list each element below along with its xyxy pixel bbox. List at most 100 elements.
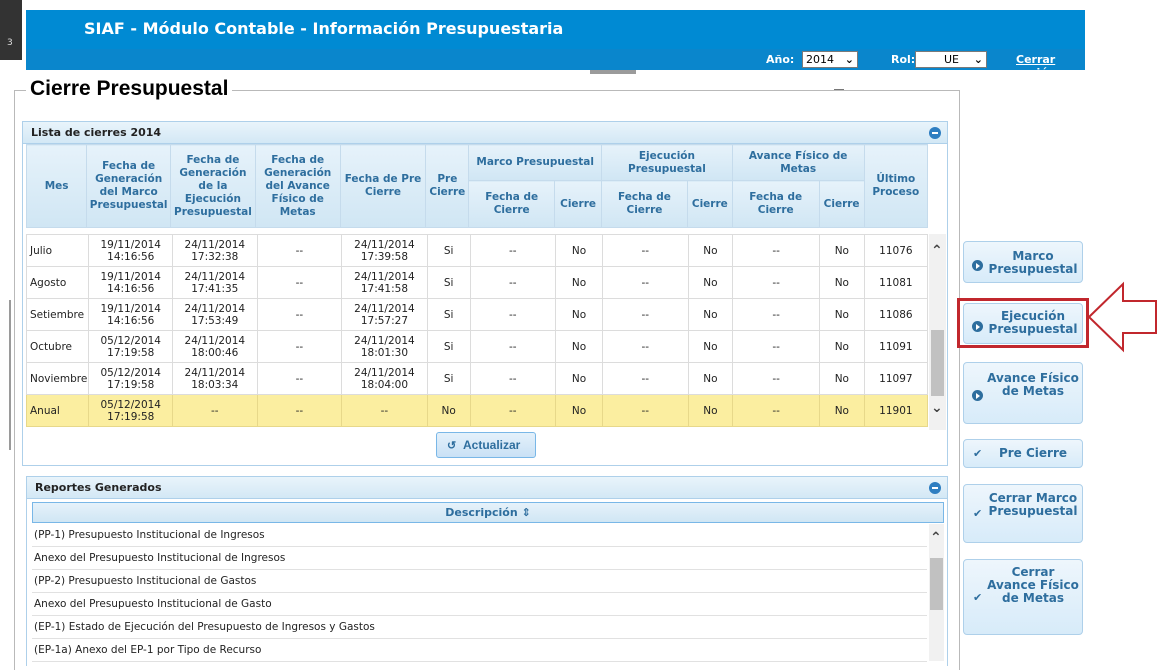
reports-col-description[interactable]: Descripción ⇕ <box>32 502 944 523</box>
cell-ejec: 24/11/2014 17:32:38 <box>172 234 258 267</box>
cell-e-fecha: -- <box>601 298 689 331</box>
cell-e-cierre: No <box>687 362 734 395</box>
cell-ejec: -- <box>172 394 258 427</box>
scroll-up-icon[interactable]: ⌃ <box>930 530 942 546</box>
col-avance-fecha[interactable]: Fecha de Cierre <box>731 180 820 228</box>
cell-m-cierre: No <box>555 394 603 427</box>
marco-presupuestal-button[interactable]: Marco Presupuestal <box>963 241 1083 283</box>
cell-m-cierre: No <box>555 298 603 331</box>
col-marco-fecha[interactable]: Fecha de Cierre <box>468 180 556 228</box>
table-row[interactable]: Agosto 19/11/2014 14:16:56 24/11/2014 17:4… <box>25 266 929 299</box>
reports-panel-title: Reportes Generados <box>35 481 162 494</box>
cell-a-cierre: No <box>818 298 865 331</box>
legend-line-end <box>834 89 844 90</box>
highlight-box <box>957 298 1089 348</box>
cell-ejec: 24/11/2014 18:00:46 <box>172 330 258 363</box>
refresh-button[interactable]: ↺ Actualizar <box>436 432 536 458</box>
col-pre-cierre[interactable]: Pre Cierre <box>425 144 470 228</box>
col-fecha-pre-cierre[interactable]: Fecha de Pre Cierre <box>339 144 427 228</box>
table-row[interactable]: Anual 05/12/2014 17:19:58 -- -- -- No -- No -- No… <box>25 394 929 427</box>
table-row[interactable]: Julio 19/11/2014 14:16:56 24/11/2014 17:32… <box>25 234 929 267</box>
col-group-avance: Avance Físico de Metas <box>731 144 865 181</box>
pre-cierre-label: Pre Cierre <box>998 446 1068 460</box>
cell-e-fecha: -- <box>601 362 689 395</box>
list-item[interactable]: Anexo del Presupuesto Institucional de G… <box>32 593 927 616</box>
cell-a-cierre: No <box>818 266 865 299</box>
cerrar-avance-label: Cerrar Avance Físico de Metas <box>987 565 1079 605</box>
cell-pre: Si <box>426 362 471 395</box>
cell-mes: Anual <box>25 394 90 427</box>
col-fecha-avance[interactable]: Fecha de Generación del Avance Físico de… <box>254 144 341 228</box>
year-select[interactable]: 2014 ⌄ <box>802 51 858 68</box>
cell-mes: Octubre <box>25 330 90 363</box>
cerrar-marco-label: Cerrar Marco Presupuestal <box>988 491 1078 518</box>
cell-e-fecha: -- <box>601 234 689 267</box>
cell-e-cierre: No <box>687 394 734 427</box>
col-fecha-marco[interactable]: Fecha de Generación del Marco Presupuest… <box>86 144 172 228</box>
cell-a-fecha: -- <box>732 394 820 427</box>
check-icon: ✔ <box>973 507 983 520</box>
cell-m-fecha: -- <box>469 394 557 427</box>
cell-avance: -- <box>256 394 343 427</box>
cell-a-cierre: No <box>818 362 865 395</box>
scroll-down-icon[interactable]: ⌄ <box>931 400 943 416</box>
pointer-arrow-icon <box>1087 281 1157 353</box>
list-item[interactable]: Anexo del Presupuesto Institucional de I… <box>32 547 927 570</box>
cell-proceso: 11076 <box>863 234 929 267</box>
col-ultimo-proceso[interactable]: Último Proceso <box>863 144 929 228</box>
cell-m-cierre: No <box>555 330 603 363</box>
marco-label: Marco Presupuestal <box>988 249 1078 276</box>
closures-scroll-thumb[interactable] <box>931 330 944 396</box>
col-ejec-cierre[interactable]: Cierre <box>686 180 733 228</box>
cell-avance: -- <box>256 362 343 395</box>
table-row[interactable]: Octubre 05/12/2014 17:19:58 24/11/2014 18:… <box>25 330 929 363</box>
list-item[interactable]: (PP-2) Presupuesto Institucional de Gast… <box>32 570 927 593</box>
col-mes[interactable]: Mes <box>25 144 88 228</box>
app-title: SIAF - Módulo Contable - Información Pre… <box>84 19 564 38</box>
table-row[interactable]: Setiembre 19/11/2014 14:16:56 24/11/2014 1… <box>25 298 929 331</box>
page-title: Cierre Presupuestal <box>26 77 233 101</box>
col-fecha-ejecucion[interactable]: Fecha de Generación de la Ejecución Pres… <box>170 144 256 228</box>
role-select[interactable]: UE ⌄ <box>915 51 987 68</box>
cell-ejec: 24/11/2014 18:03:34 <box>172 362 258 395</box>
cell-e-fecha: -- <box>601 330 689 363</box>
logout-link[interactable]: Cerrar sesión <box>1016 53 1085 79</box>
avance-fisico-button[interactable]: Avance Físico de Metas <box>963 362 1083 424</box>
reports-scroll-thumb[interactable] <box>930 558 943 610</box>
collapse-icon[interactable] <box>929 127 941 139</box>
cerrar-marco-button[interactable]: ✔ Cerrar Marco Presupuestal <box>963 484 1083 543</box>
cell-a-cierre: No <box>818 394 865 427</box>
cell-e-cierre: No <box>687 298 734 331</box>
cell-ejec: 24/11/2014 17:53:49 <box>172 298 258 331</box>
list-item[interactable]: (EP-1) Estado de Ejecución del Presupues… <box>32 616 927 639</box>
closures-panel-header: Lista de cierres 2014 <box>23 122 947 144</box>
cell-avance: -- <box>256 266 343 299</box>
col-ejec-fecha[interactable]: Fecha de Cierre <box>601 180 688 228</box>
cell-a-cierre: No <box>818 234 865 267</box>
cell-e-fecha: -- <box>601 266 689 299</box>
scroll-up-icon[interactable]: ⌃ <box>931 243 943 259</box>
col-avance-cierre[interactable]: Cierre <box>818 180 865 228</box>
play-icon <box>972 260 983 271</box>
list-item[interactable]: (EP-1a) Anexo del EP-1 por Tipo de Recur… <box>32 639 927 662</box>
cell-precierre-fecha: 24/11/2014 18:01:30 <box>341 330 428 363</box>
app-header: SIAF - Módulo Contable - Información Pre… <box>26 10 1085 79</box>
list-item[interactable]: (PP-1) Presupuesto Institucional de Ingr… <box>32 524 927 547</box>
closures-panel-title: Lista de cierres 2014 <box>31 126 162 139</box>
cell-pre: No <box>426 394 471 427</box>
cerrar-avance-button[interactable]: ✔ Cerrar Avance Físico de Metas <box>963 559 1083 635</box>
check-icon: ✔ <box>973 591 983 604</box>
cell-m-cierre: No <box>555 266 603 299</box>
collapse-icon[interactable] <box>929 482 941 494</box>
cell-a-fecha: -- <box>732 266 820 299</box>
cell-pre: Si <box>426 298 471 331</box>
cell-m-fecha: -- <box>469 362 557 395</box>
col-marco-cierre[interactable]: Cierre <box>554 180 603 228</box>
table-row[interactable]: Noviembre 05/12/2014 17:19:58 24/11/2014 1… <box>25 362 929 395</box>
pre-cierre-button[interactable]: ✔ Pre Cierre <box>963 439 1083 468</box>
cell-precierre-fecha: 24/11/2014 18:04:00 <box>341 362 428 395</box>
role-label: Rol: <box>891 53 916 66</box>
cell-proceso: 11086 <box>863 298 929 331</box>
cell-e-cierre: No <box>687 234 734 267</box>
cell-marco: 19/11/2014 14:16:56 <box>88 234 174 267</box>
